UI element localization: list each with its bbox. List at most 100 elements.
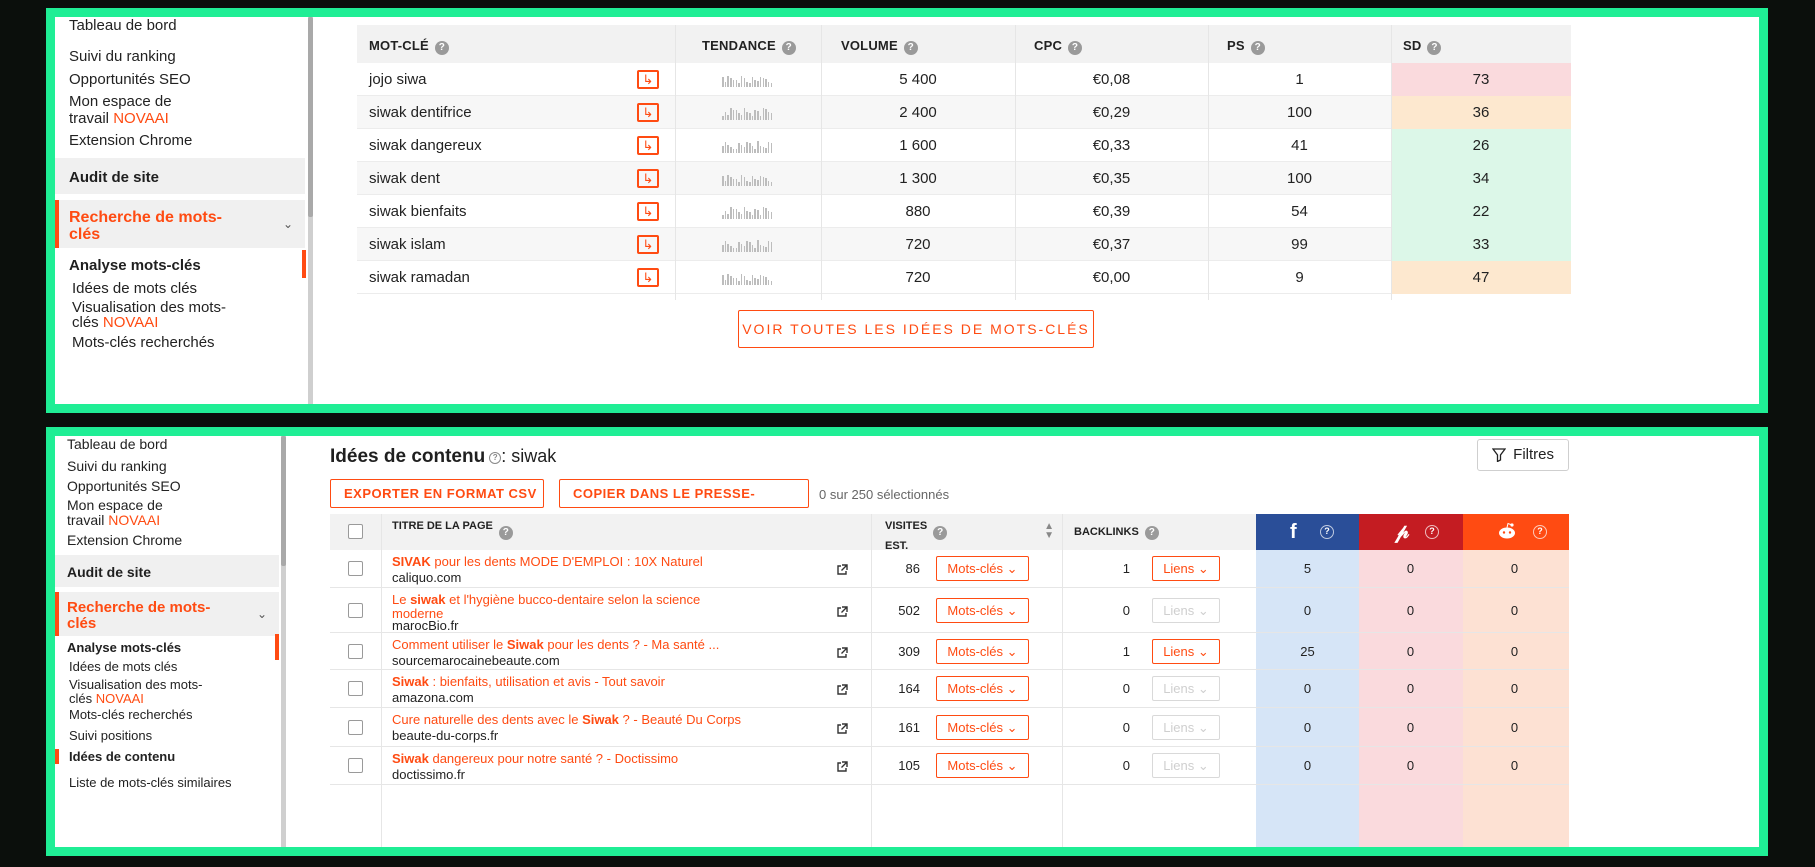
volume-cell: 720 (905, 236, 931, 253)
sidebar-sub-keyword-analysis[interactable]: Analyse mots-clés (67, 640, 181, 655)
sidebar-sub-keyword-visualisation[interactable]: Visualisation des mots- clés NOVAAI (69, 678, 202, 706)
sidebar-scrollbar[interactable] (308, 17, 313, 404)
help-icon[interactable]: ? (498, 526, 513, 540)
sidebar-sub-keyword-analysis[interactable]: Analyse mots-clés (69, 257, 201, 274)
open-keyword-icon[interactable]: ↳ (637, 268, 659, 287)
open-keyword-icon[interactable]: ↳ (637, 169, 659, 188)
help-icon[interactable]: ? (1144, 526, 1159, 540)
sidebar-item-workspace[interactable]: Mon espace de travail NOVAAI (67, 498, 163, 528)
sparkline-bar (751, 215, 754, 219)
sort-icon[interactable]: ▲ ▼ (1044, 522, 1054, 541)
keywords-dropdown-button[interactable]: Mots-clés ⌄ (936, 714, 1029, 740)
page-title-link[interactable]: Siwak : bienfaits, utilisation et avis -… (392, 675, 665, 689)
sidebar-scrollbar[interactable] (281, 436, 286, 847)
help-icon[interactable]: ? (1068, 41, 1083, 55)
sidebar-item-seo-opportunities[interactable]: Opportunités SEO (69, 71, 191, 88)
sidebar-item-workspace[interactable]: Mon espace de travail NOVAAI (69, 93, 172, 127)
sidebar-sub-keyword-visualisation[interactable]: Visualisation des mots- clés NOVAAI (72, 300, 226, 330)
filters-button[interactable]: Filtres (1477, 439, 1569, 471)
help-icon[interactable]: ? (781, 41, 796, 55)
keywords-dropdown-button[interactable]: Mots-clés ⌄ (936, 676, 1029, 701)
help-icon[interactable]: ? (933, 526, 948, 540)
external-link-icon[interactable] (836, 605, 848, 617)
keywords-dropdown-button[interactable]: Mots-clés ⌄ (936, 638, 1029, 664)
scrollbar-thumb[interactable] (281, 436, 286, 566)
row-checkbox[interactable] (348, 719, 363, 735)
sidebar-item-ranking[interactable]: Suivi du ranking (67, 458, 167, 475)
sidebar-sub-similar-keywords[interactable]: Liste de mots-clés similaires (69, 775, 232, 790)
open-keyword-icon[interactable]: ↳ (637, 235, 659, 254)
help-icon[interactable]: ? (903, 41, 918, 55)
header-cpc[interactable]: CPC? (1015, 25, 1208, 63)
sidebar-item-site-audit[interactable]: Audit de site (55, 158, 305, 194)
header-sd[interactable]: SD? (1391, 25, 1571, 63)
sidebar-item-chrome-extension[interactable]: Extension Chrome (67, 532, 182, 549)
sidebar-item-site-audit[interactable]: Audit de site (55, 555, 279, 587)
external-link-icon[interactable] (836, 683, 848, 695)
page-title-link[interactable]: Siwak dangereux pour notre santé ? - Doc… (392, 752, 678, 766)
header-backlinks[interactable]: BACKLINKS? (1062, 514, 1256, 550)
page-title-link[interactable]: Comment utiliser le Siwak pour les dents… (392, 638, 719, 652)
row-checkbox[interactable] (348, 561, 363, 576)
external-link-icon[interactable] (836, 563, 848, 575)
export-csv-button[interactable]: EXPORTER EN FORMAT CSV ⌄ (330, 479, 544, 528)
open-keyword-icon[interactable]: ↳ (637, 202, 659, 221)
page-title-link[interactable]: Cure naturelle des dents avec le Siwak ?… (392, 713, 741, 727)
header-facebook[interactable]: f? (1256, 514, 1359, 550)
sidebar-item-dashboard[interactable]: Tableau de bord (67, 436, 167, 453)
header-ps[interactable]: PS? (1208, 25, 1391, 63)
help-icon[interactable]: ? (1320, 525, 1334, 539)
keywords-dropdown-button[interactable]: Mots-clés ⌄ (936, 556, 1029, 581)
links-dropdown-button[interactable]: Liens ⌄ (1152, 556, 1220, 581)
sparkline-bar (738, 281, 740, 285)
header-keyword[interactable]: MOT-CLÉ? (357, 25, 675, 63)
sidebar-sub-keyword-ideas[interactable]: Idées de mots clés (69, 659, 177, 674)
header-visits[interactable]: VISITES? EST. ▲ ▼ (871, 514, 1062, 552)
header-pinterest[interactable]: 𝓅? (1359, 514, 1463, 550)
sidebar-item-ranking[interactable]: Suivi du ranking (69, 48, 176, 65)
open-keyword-icon[interactable]: ↳ (637, 103, 659, 122)
help-icon[interactable]: ? (1533, 525, 1547, 539)
sidebar-sub-searched-keywords[interactable]: Mots-clés recherchés (69, 707, 193, 722)
sidebar-item-seo-opportunities[interactable]: Opportunités SEO (67, 478, 181, 495)
sidebar-sub-searched-keywords[interactable]: Mots-clés recherchés (72, 334, 215, 351)
header-reddit[interactable]: ? (1463, 514, 1569, 550)
keywords-dropdown-button[interactable]: Mots-clés ⌄ (936, 753, 1029, 778)
external-link-icon[interactable] (836, 760, 848, 772)
info-icon[interactable]: ? (489, 452, 502, 464)
sparkline-bar (749, 113, 751, 120)
row-checkbox[interactable] (348, 681, 363, 696)
external-link-icon[interactable] (836, 646, 848, 658)
help-icon[interactable]: ? (434, 41, 449, 55)
sidebar-sub-position-tracking[interactable]: Suivi positions (69, 728, 152, 743)
keywords-dropdown-button[interactable]: Mots-clés ⌄ (936, 597, 1029, 623)
sidebar-item-dashboard[interactable]: Tableau de bord (69, 17, 177, 34)
select-all-checkbox[interactable] (348, 524, 363, 539)
help-icon[interactable]: ? (1250, 41, 1265, 55)
open-keyword-icon[interactable]: ↳ (637, 70, 659, 89)
sidebar-section-keyword-research[interactable]: Recherche de mots- clés ⌄ (55, 200, 305, 248)
scrollbar-thumb[interactable] (308, 17, 313, 217)
page-title-link[interactable]: SIVAK pour les dents MODE D'EMPLOI : 10X… (392, 555, 703, 569)
sidebar-sub-keyword-ideas[interactable]: Idées de mots clés (72, 280, 197, 297)
row-checkbox[interactable] (348, 758, 363, 773)
page-url: sourcemarocainebeaute.com (392, 653, 560, 668)
page-title-link[interactable]: Le siwak et l'hygiène bucco-dentaire sel… (392, 593, 700, 621)
see-all-keyword-ideas-button[interactable]: VOIR TOUTES LES IDÉES DE MOTS-CLÉS (738, 310, 1094, 348)
help-icon[interactable]: ? (1425, 525, 1439, 539)
help-icon[interactable]: ? (1427, 41, 1442, 55)
sidebar-section-keyword-research[interactable]: Recherche de mots- clés ⌄ (55, 592, 279, 636)
row-checkbox[interactable] (348, 602, 363, 618)
links-dropdown-button: Liens ⌄ (1152, 676, 1220, 701)
sidebar-item-chrome-extension[interactable]: Extension Chrome (69, 132, 192, 149)
header-trend[interactable]: TENDANCE? (675, 25, 821, 63)
row-checkbox[interactable] (348, 643, 363, 659)
open-keyword-icon[interactable]: ↳ (637, 136, 659, 155)
header-volume[interactable]: VOLUME? (821, 25, 1015, 63)
external-link-icon[interactable] (836, 722, 848, 734)
sidebar-sub-content-ideas[interactable]: Idées de contenu (55, 749, 175, 764)
links-dropdown-button[interactable]: Liens ⌄ (1152, 638, 1220, 664)
copy-clipboard-button[interactable]: COPIER DANS LE PRESSE-PAPIERS ⌄ (559, 479, 809, 528)
sparkline-bar (743, 207, 746, 219)
header-title-url[interactable]: TITRE DE LA PAGE? (381, 514, 871, 550)
